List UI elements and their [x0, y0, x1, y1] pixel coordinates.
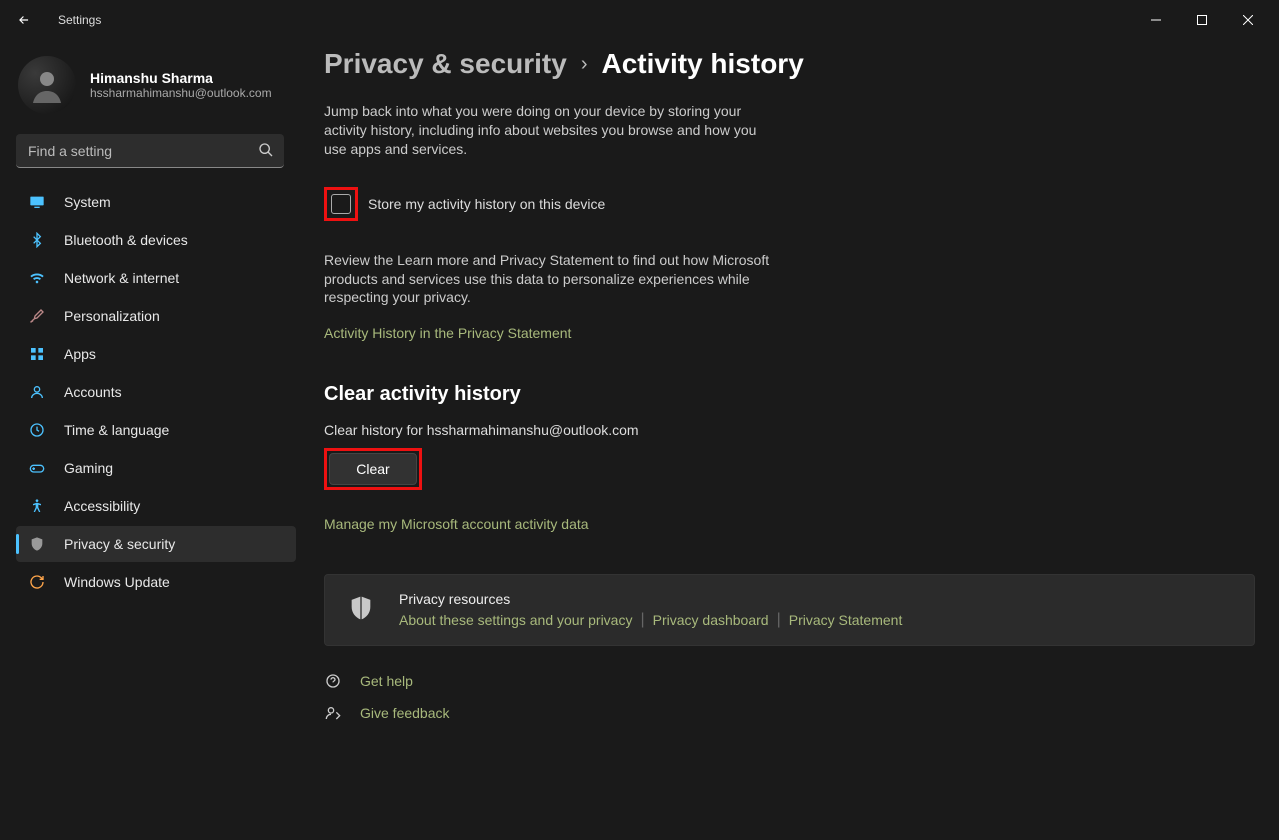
review-text: Review the Learn more and Privacy Statem…	[324, 251, 774, 308]
get-help-link[interactable]: Get help	[324, 672, 1255, 690]
nav-list: System Bluetooth & devices Network & int…	[16, 184, 296, 600]
main-content: Privacy & security › Activity history Ju…	[300, 40, 1279, 840]
shield-icon	[347, 594, 375, 627]
sidebar-item-label: Gaming	[64, 460, 113, 476]
card-links: About these settings and your privacy | …	[399, 611, 902, 629]
sidebar-item-system[interactable]: System	[16, 184, 296, 220]
user-email: hssharmahimanshu@outlook.com	[90, 86, 272, 100]
paintbrush-icon	[28, 307, 46, 325]
clear-button[interactable]: Clear	[329, 453, 417, 485]
card-title: Privacy resources	[399, 591, 902, 607]
checkbox-label: Store my activity history on this device	[368, 196, 605, 212]
clear-subtext: Clear history for hssharmahimanshu@outlo…	[324, 422, 1255, 438]
highlight-box: Clear	[324, 448, 422, 490]
feedback-icon	[324, 704, 342, 722]
checkbox-row: Store my activity history on this device	[324, 187, 1255, 221]
sidebar-item-privacy[interactable]: Privacy & security	[16, 526, 296, 562]
gamepad-icon	[28, 459, 46, 477]
sidebar-item-gaming[interactable]: Gaming	[16, 450, 296, 486]
intro-text: Jump back into what you were doing on yo…	[324, 102, 764, 159]
sidebar-item-personalization[interactable]: Personalization	[16, 298, 296, 334]
privacy-statement-link[interactable]: Activity History in the Privacy Statemen…	[324, 325, 571, 341]
sidebar-item-bluetooth[interactable]: Bluetooth & devices	[16, 222, 296, 258]
sidebar-item-label: Privacy & security	[64, 536, 175, 552]
sidebar: Himanshu Sharma hssharmahimanshu@outlook…	[0, 40, 300, 840]
sidebar-item-label: Apps	[64, 346, 96, 362]
avatar	[18, 56, 76, 114]
back-button[interactable]	[8, 4, 40, 36]
user-profile[interactable]: Himanshu Sharma hssharmahimanshu@outlook…	[16, 48, 296, 122]
search-input[interactable]	[16, 134, 284, 168]
sidebar-item-label: Personalization	[64, 308, 160, 324]
sidebar-item-time[interactable]: Time & language	[16, 412, 296, 448]
breadcrumb-parent[interactable]: Privacy & security	[324, 48, 567, 80]
sidebar-item-apps[interactable]: Apps	[16, 336, 296, 372]
search-container	[16, 134, 296, 168]
clear-section-title: Clear activity history	[324, 383, 1255, 406]
page-title: Activity history	[601, 48, 803, 80]
link-label: Give feedback	[360, 705, 450, 721]
sidebar-item-label: Accounts	[64, 384, 122, 400]
help-icon	[324, 672, 342, 690]
sidebar-item-label: Time & language	[64, 422, 169, 438]
sidebar-item-label: Windows Update	[64, 574, 170, 590]
highlight-box	[324, 187, 358, 221]
minimize-button[interactable]	[1133, 4, 1179, 36]
titlebar: Settings	[0, 0, 1279, 40]
shield-icon	[28, 535, 46, 553]
divider: |	[640, 611, 644, 629]
divider: |	[777, 611, 781, 629]
sidebar-item-accounts[interactable]: Accounts	[16, 374, 296, 410]
sidebar-item-label: Network & internet	[64, 270, 179, 286]
resource-link[interactable]: Privacy Statement	[789, 612, 903, 628]
accessibility-icon	[28, 497, 46, 515]
close-button[interactable]	[1225, 4, 1271, 36]
update-icon	[28, 573, 46, 591]
sidebar-item-label: Accessibility	[64, 498, 140, 514]
store-history-checkbox[interactable]	[331, 194, 351, 214]
resource-link[interactable]: About these settings and your privacy	[399, 612, 632, 628]
breadcrumb: Privacy & security › Activity history	[324, 48, 1255, 80]
manage-account-link[interactable]: Manage my Microsoft account activity dat…	[324, 516, 589, 532]
link-label: Get help	[360, 673, 413, 689]
give-feedback-link[interactable]: Give feedback	[324, 704, 1255, 722]
maximize-button[interactable]	[1179, 4, 1225, 36]
bluetooth-icon	[28, 231, 46, 249]
window-title: Settings	[58, 13, 101, 27]
sidebar-item-label: Bluetooth & devices	[64, 232, 188, 248]
wifi-icon	[28, 269, 46, 287]
apps-icon	[28, 345, 46, 363]
chevron-right-icon: ›	[581, 53, 588, 76]
user-name: Himanshu Sharma	[90, 70, 272, 86]
sidebar-item-update[interactable]: Windows Update	[16, 564, 296, 600]
window-controls	[1133, 4, 1271, 36]
sidebar-item-accessibility[interactable]: Accessibility	[16, 488, 296, 524]
clock-icon	[28, 421, 46, 439]
sidebar-item-network[interactable]: Network & internet	[16, 260, 296, 296]
resource-link[interactable]: Privacy dashboard	[653, 612, 769, 628]
privacy-resources-card: Privacy resources About these settings a…	[324, 574, 1255, 646]
display-icon	[28, 193, 46, 211]
search-icon	[258, 142, 274, 163]
sidebar-item-label: System	[64, 194, 111, 210]
person-icon	[28, 383, 46, 401]
